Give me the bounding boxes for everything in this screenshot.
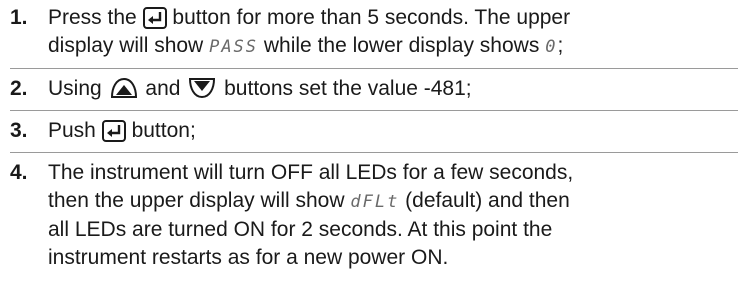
step-text: Push button; [48,117,738,145]
divider [10,110,738,111]
step-text-part: button; [131,119,196,142]
segment-display-pass: PASS [209,37,259,57]
step-3: 3. Push button; [10,117,738,145]
enter-key-icon [142,7,167,29]
step-text-part: Using [48,77,102,100]
step-text-part: while the lower display shows [263,34,540,57]
step-2: 2. Using and buttons set the value -481; [10,75,738,103]
divider [10,152,738,153]
step-text: Using and buttons set the value -481; [48,75,738,103]
step-text-part: Push [48,119,96,142]
step-text-part: display will show [48,34,204,57]
step-text-part: then the upper display will show [48,189,345,212]
step-4: 4. The instrument will turn OFF all LEDs… [10,159,738,272]
down-arrow-key-icon [186,76,218,100]
up-arrow-key-icon [108,76,140,100]
procedure-steps: 1. Press the button for more than 5 seco… [0,0,748,272]
step-text-part: Press the [48,6,137,29]
step-1: 1. Press the button for more than 5 seco… [10,4,738,61]
segment-display-zero: 0 [545,37,558,57]
step-number: 1. [10,6,28,29]
step-text-part: buttons set the value -481; [224,77,472,100]
enter-key-icon [101,120,126,142]
step-text-part: ; [557,34,564,57]
step-text-part: (default) and then [405,189,570,212]
step-text-line: instrument restarts as for a new power O… [48,246,449,269]
step-number: 3. [10,119,28,142]
segment-display-dflt: dFLt [350,192,400,212]
step-text-part: button for more than 5 seconds. The uppe… [172,6,571,29]
step-text-line: all LEDs are turned ON for 2 seconds. At… [48,218,553,241]
step-text-part: and [145,77,181,100]
step-text: Press the button for more than 5 seconds… [48,4,738,61]
divider [10,68,738,69]
step-text: The instrument will turn OFF all LEDs fo… [48,159,738,272]
step-number: 2. [10,77,28,100]
step-text-line: The instrument will turn OFF all LEDs fo… [48,161,574,184]
step-number: 4. [10,161,28,184]
